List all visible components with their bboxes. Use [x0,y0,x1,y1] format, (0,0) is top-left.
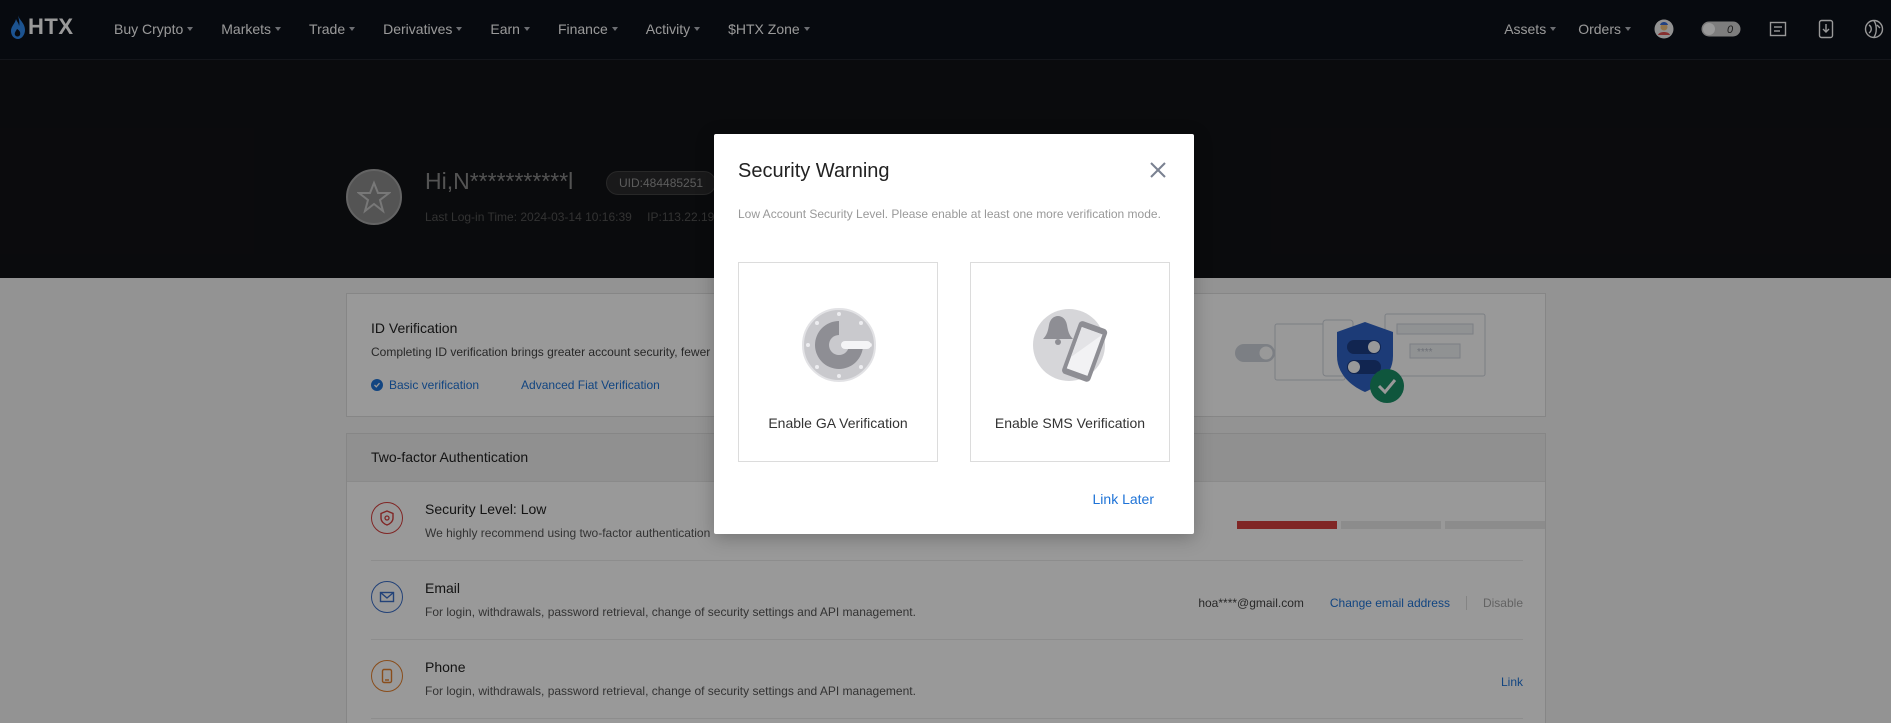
close-icon[interactable] [1147,159,1169,181]
enable-ga-verification-option[interactable]: Enable GA Verification [738,262,938,462]
link-later-button[interactable]: Link Later [1093,491,1154,507]
enable-sms-verification-option[interactable]: Enable SMS Verification [970,262,1170,462]
sms-option-label: Enable SMS Verification [994,415,1146,431]
google-authenticator-icon [802,308,876,382]
sms-phone-icon [1033,309,1108,382]
modal-description: Low Account Security Level. Please enabl… [738,207,1161,221]
modal-title: Security Warning [738,160,890,182]
security-warning-modal: Security Warning Low Account Security Le… [714,134,1194,534]
ga-option-label: Enable GA Verification [768,415,908,431]
